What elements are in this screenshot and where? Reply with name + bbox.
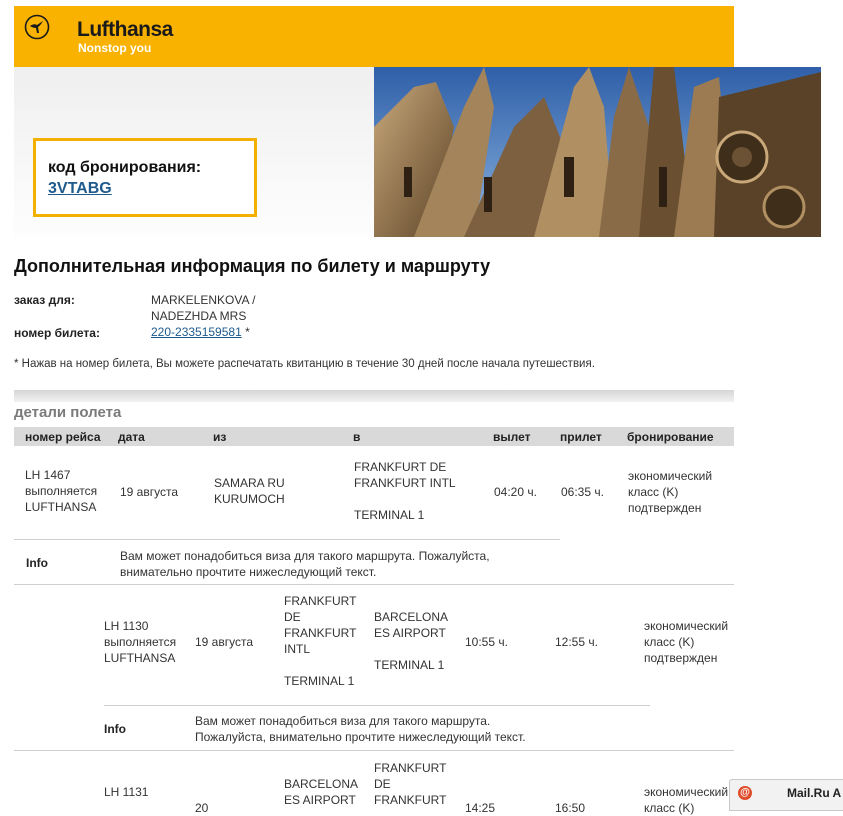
- crane-logo-icon: [24, 14, 50, 40]
- to-airport: FRANKFURT DE: [354, 460, 447, 474]
- ticket-number-row: 220-2335159581 *: [151, 325, 250, 340]
- from-airport: SAMARA RU: [214, 476, 285, 490]
- ticket-footnote-mark: *: [245, 325, 250, 339]
- ticket-number-link[interactable]: 220-2335159581: [151, 325, 242, 339]
- info-label: Info: [104, 722, 126, 736]
- to-airport: FRANKFURT: [374, 761, 447, 775]
- from-airport-country: DE: [284, 610, 301, 624]
- operator-name: LUFTHANSA: [25, 500, 97, 514]
- arrival-time: 12:55 ч.: [555, 635, 598, 649]
- booking-code-box: код бронирования: 3VTABG: [33, 138, 257, 217]
- col-date: дата: [118, 430, 145, 444]
- to-terminal: TERMINAL 1: [354, 508, 425, 522]
- order-for-label: заказ для:: [14, 293, 75, 307]
- booking-class-code: класс (K): [644, 801, 695, 815]
- row-divider: [14, 539, 560, 540]
- flight-number: LH 1130: [104, 619, 149, 633]
- operated-by: выполняется: [104, 635, 177, 649]
- row-divider: [14, 750, 734, 751]
- to-airport-name: ES AIRPORT: [374, 626, 446, 640]
- col-flight-number: номер рейса: [25, 430, 101, 444]
- booking-class: экономический: [644, 785, 729, 799]
- to-airport: BARCELONA: [374, 610, 449, 624]
- booking-status: подтвержден: [628, 501, 702, 515]
- section-divider: [14, 390, 734, 402]
- mail-ru-label: Mail.Ru A: [787, 786, 842, 800]
- to-airport-country: DE: [374, 777, 391, 791]
- mail-ru-tab[interactable]: @ Mail.Ru A: [729, 779, 843, 811]
- passenger-name-line1: MARKELENKOVA /: [151, 293, 256, 307]
- print-receipt-note: * Нажав на номер билета, Вы можете распе…: [14, 358, 595, 370]
- to-airport-name: FRANKFURT: [374, 793, 447, 807]
- flight-details-title: детали полета: [14, 404, 122, 421]
- at-sign-icon: @: [738, 786, 752, 800]
- from-airport: BARCELONA: [284, 777, 359, 791]
- from-airport: FRANKFURT: [284, 594, 357, 608]
- booking-code-link[interactable]: 3VTABG: [48, 180, 112, 198]
- to-airport-name: FRANKFURT INTL: [354, 476, 456, 490]
- info-label: Info: [26, 556, 48, 570]
- from-airport-name: KURUMOCH: [214, 492, 285, 506]
- departure-time: 14:25: [465, 801, 496, 815]
- arrival-time: 16:50: [555, 801, 586, 815]
- flight-number: LH 1467: [25, 468, 71, 482]
- from-airport-name-2: INTL: [284, 642, 311, 656]
- operator-name: LUFTHANSA: [104, 651, 176, 665]
- info-text-line2: внимательно прочтите нижеследующий текст…: [120, 565, 377, 579]
- to-terminal: TERMINAL 1: [374, 658, 445, 672]
- booking-class-code: класс (K): [644, 635, 695, 649]
- info-text-line2: Пожалуйста, внимательно прочтите нижесле…: [195, 730, 526, 744]
- departure-time: 10:55 ч.: [465, 635, 508, 649]
- row-divider: [104, 705, 650, 706]
- departure-time: 04:20 ч.: [494, 485, 537, 499]
- col-to: в: [353, 430, 361, 444]
- flight-date: 19 августа: [120, 485, 179, 499]
- info-text-line1: Вам может понадобиться виза для такого м…: [195, 714, 491, 728]
- flight-date: 20: [195, 801, 209, 815]
- booking-class: экономический: [628, 469, 713, 483]
- col-arrival: прилет: [560, 430, 602, 444]
- booking-status: подтвержден: [644, 651, 718, 665]
- col-from: из: [213, 430, 227, 444]
- operated-by: выполняется: [25, 484, 98, 498]
- hero-photo-cathedral: [374, 67, 821, 237]
- from-terminal: TERMINAL 1: [284, 674, 355, 688]
- row-divider: [14, 584, 734, 585]
- booking-class-code: класс (K): [628, 485, 679, 499]
- flight-table-header: номер рейса дата из в вылет прилет брони…: [14, 427, 734, 446]
- flight-number: LH 1131: [104, 785, 149, 799]
- brand-tagline: Nonstop you: [78, 41, 152, 55]
- booking-code-label: код бронирования:: [48, 159, 202, 176]
- arrival-time: 06:35 ч.: [561, 485, 604, 499]
- flight-date: 19 августа: [195, 635, 254, 649]
- page-title: Дополнительная информация по билету и ма…: [14, 256, 491, 276]
- booking-class: экономический: [644, 619, 729, 633]
- col-booking: бронирование: [627, 430, 714, 444]
- passenger-name-line2: NADEZHDA MRS: [151, 309, 247, 323]
- brand-name: Lufthansa: [77, 18, 173, 41]
- ticket-number-label: номер билета:: [14, 326, 100, 340]
- info-text-line1: Вам может понадобиться виза для такого м…: [120, 549, 490, 563]
- from-airport-name: FRANKFURT: [284, 626, 357, 640]
- col-departure: вылет: [493, 430, 531, 444]
- from-airport-name: ES AIRPORT: [284, 793, 356, 807]
